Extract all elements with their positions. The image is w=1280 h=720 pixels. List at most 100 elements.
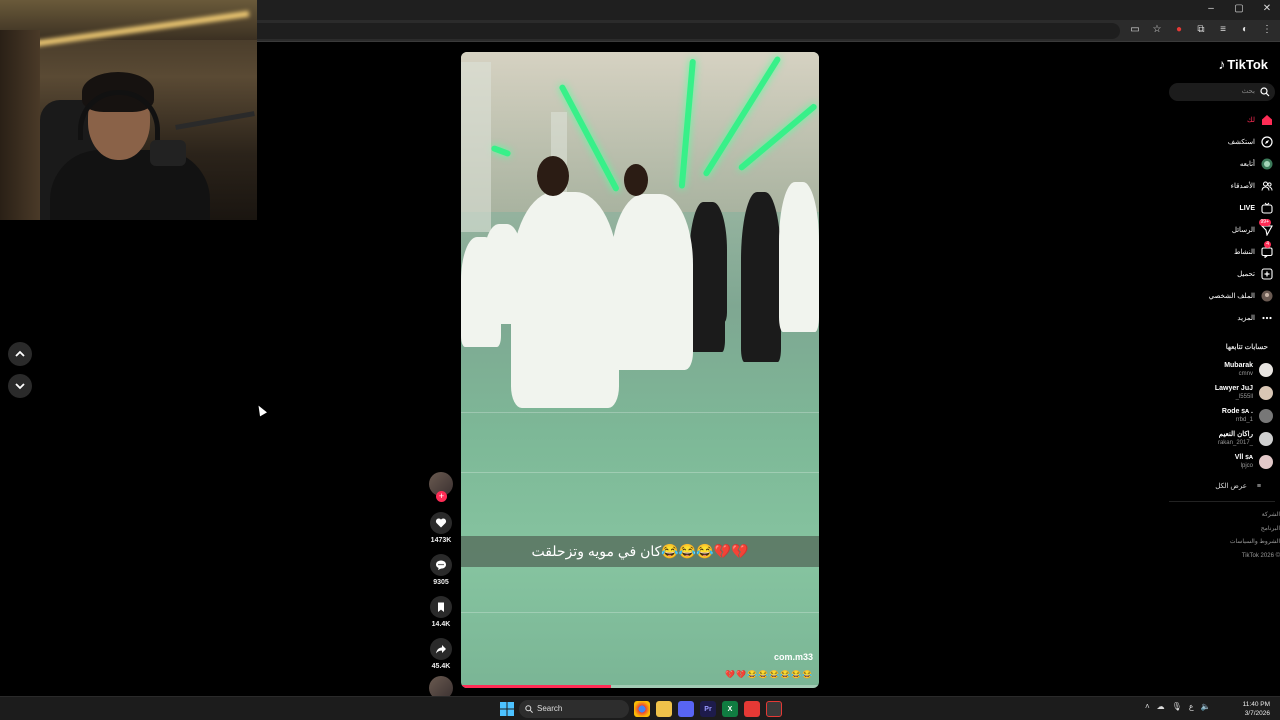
extensions-icon[interactable]: ⧉ (1194, 23, 1208, 37)
chevron-up-icon[interactable]: ˄ (1145, 702, 1150, 711)
footer-link-company[interactable]: الشركة (1170, 509, 1280, 523)
file-explorer-icon[interactable] (656, 701, 672, 717)
messages-icon: 99+ (1258, 219, 1273, 236)
logo-text: TikTok (1227, 56, 1268, 72)
windows-taskbar: Search Pr X ˄ ☁ 🎙 ع 🔈 11:40 PM 3/7/2026 (0, 696, 1280, 720)
mouse-cursor (255, 403, 267, 417)
sidebar-divider (1169, 501, 1275, 502)
microphone-icon (150, 140, 186, 166)
video-emoji-strip: 💔💔😂😂😂😂😂😂 (725, 670, 813, 679)
sidebar-item-foryou[interactable]: لك (1165, 109, 1273, 131)
clock-time: 11:40 PM (1242, 701, 1270, 708)
comment-count: 9305 (433, 579, 449, 586)
sidebar-item-following[interactable]: أتابعه (1165, 153, 1273, 175)
video-caption: كان في مويه وتزحلقت😂😂😂💔💔 (531, 543, 749, 559)
taskbar-apps: Pr X (634, 701, 782, 717)
following-account[interactable]: Lawyer JuJ _l555ll (1165, 381, 1273, 404)
sidebar-menu: لك استكشف أتابعه الأصدقاء LIVE الرسائل 9… (1165, 109, 1273, 329)
streamer-webcam (0, 0, 257, 220)
recording-app-icon[interactable] (744, 701, 760, 717)
system-tray: ˄ ☁ 🎙 ع 🔈 (1145, 702, 1211, 711)
premiere-icon[interactable]: Pr (700, 701, 716, 717)
following-account[interactable]: راكان النعيم rakan_2017_ (1165, 427, 1273, 450)
heart-icon (435, 518, 447, 528)
following-avatar-icon (1261, 158, 1273, 170)
see-all-button[interactable]: عرض الكل ≡ (1165, 475, 1273, 497)
video-progress-fill (461, 685, 612, 688)
screen: { "browser": { "window_controls": ["–", … (0, 0, 1280, 720)
footer-link-program[interactable]: البرنامج (1170, 523, 1280, 537)
like-button[interactable] (430, 512, 452, 534)
tiktok-sidebar: ♪ TikTok بحث لك استكشف أتابعه الأصدقاء L… (1165, 50, 1280, 570)
app-icon[interactable] (766, 701, 782, 717)
share-button[interactable] (430, 638, 452, 660)
following-list: Mubarak cmnv Lawyer JuJ _l555ll Rode ꜱᴀ .r… (1165, 358, 1273, 497)
bookmark-star-icon[interactable]: ☆ (1150, 23, 1164, 37)
avatar (1259, 362, 1273, 377)
clock-date: 3/7/2026 (1244, 710, 1270, 717)
save-count: 14.4K (431, 621, 451, 628)
avatar (1259, 408, 1273, 423)
home-icon (1261, 114, 1273, 126)
activity-badge: 4 (1264, 241, 1271, 248)
taskbar-clock[interactable]: 11:40 PM 3/7/2026 (1243, 700, 1270, 718)
chrome-icon[interactable] (634, 701, 650, 717)
sidebar-item-activity[interactable]: النشاط 4 (1165, 241, 1273, 263)
following-account[interactable]: Vll ꜱᴀ lpjco (1165, 450, 1273, 473)
like-count: 1473K (430, 537, 452, 544)
cast-icon[interactable]: ▭ (1128, 23, 1142, 37)
profile-avatar-icon[interactable]: ◐ (1238, 23, 1252, 37)
onedrive-icon[interactable]: ☁ (1157, 702, 1165, 711)
avatar (1259, 385, 1273, 400)
sidebar-item-profile[interactable]: الملف الشخصي (1165, 285, 1273, 307)
follow-plus-icon[interactable]: + (436, 491, 447, 502)
sidebar-item-messages[interactable]: الرسائل 99+ (1165, 219, 1273, 241)
sidebar-item-more[interactable]: المزيد (1165, 307, 1273, 329)
mic-icon[interactable]: 🎙 (1172, 702, 1182, 711)
search-icon[interactable] (1260, 87, 1270, 97)
avatar (1259, 431, 1273, 446)
bookmark-icon (438, 602, 444, 612)
excel-icon[interactable]: X (722, 701, 738, 717)
volume-icon[interactable]: 🔈 (1201, 702, 1211, 711)
tiktok-logo[interactable]: ♪ TikTok (1218, 56, 1268, 72)
avatar (1259, 454, 1273, 469)
sidebar-item-friends[interactable]: الأصدقاء (1165, 175, 1273, 197)
comment-button[interactable] (430, 554, 452, 576)
minimize-button[interactable]: – (1204, 2, 1218, 16)
compass-icon (1261, 136, 1273, 148)
save-button[interactable] (430, 596, 452, 618)
following-account[interactable]: Rode ꜱᴀ . rrbd_1 (1165, 404, 1273, 427)
input-language[interactable]: ع (1189, 702, 1194, 711)
friends-icon (1261, 180, 1273, 192)
recording-icon[interactable]: ● (1172, 23, 1186, 37)
sidebar-footer: الشركة البرنامج الشروط والسياسات TikTok … (1170, 509, 1280, 563)
windows-start-icon[interactable] (500, 702, 514, 716)
window-controls: – ▢ ✕ (1204, 2, 1274, 16)
following-accounts-title: حسابات تتابعها (1225, 344, 1268, 351)
messages-badge: 99+ (1258, 219, 1271, 226)
following-account[interactable]: Mubarak cmnv (1165, 358, 1273, 381)
maximize-button[interactable]: ▢ (1232, 2, 1246, 16)
search-input[interactable]: بحث (1169, 83, 1275, 101)
browser-menu-icon[interactable]: ⋮ (1260, 23, 1274, 37)
share-icon (436, 645, 446, 654)
video-player[interactable]: كان في مويه وتزحلقت😂😂😂💔💔 com.m33 💔💔😂😂😂😂😂… (461, 52, 819, 688)
comment-icon (436, 560, 446, 570)
creator-avatar[interactable]: + (429, 472, 453, 502)
sidebar-item-upload[interactable]: تحميل (1165, 263, 1273, 285)
list-icon: ≡ (1256, 482, 1261, 490)
close-button[interactable]: ✕ (1260, 2, 1274, 16)
previous-video-button[interactable] (8, 342, 32, 366)
chevron-up-icon (15, 350, 25, 357)
tiktok-note-icon: ♪ (1218, 56, 1226, 72)
discord-icon[interactable] (678, 701, 694, 717)
media-control-icon[interactable]: ≡ (1216, 23, 1230, 37)
profile-icon (1261, 290, 1273, 302)
share-count: 45.4K (431, 663, 451, 670)
next-video-button[interactable] (8, 374, 32, 398)
footer-link-terms[interactable]: الشروط والسياسات (1170, 536, 1280, 550)
taskbar-search[interactable]: Search (519, 700, 629, 718)
sidebar-item-explore[interactable]: استكشف (1165, 131, 1273, 153)
sidebar-item-live[interactable]: LIVE (1165, 197, 1273, 219)
